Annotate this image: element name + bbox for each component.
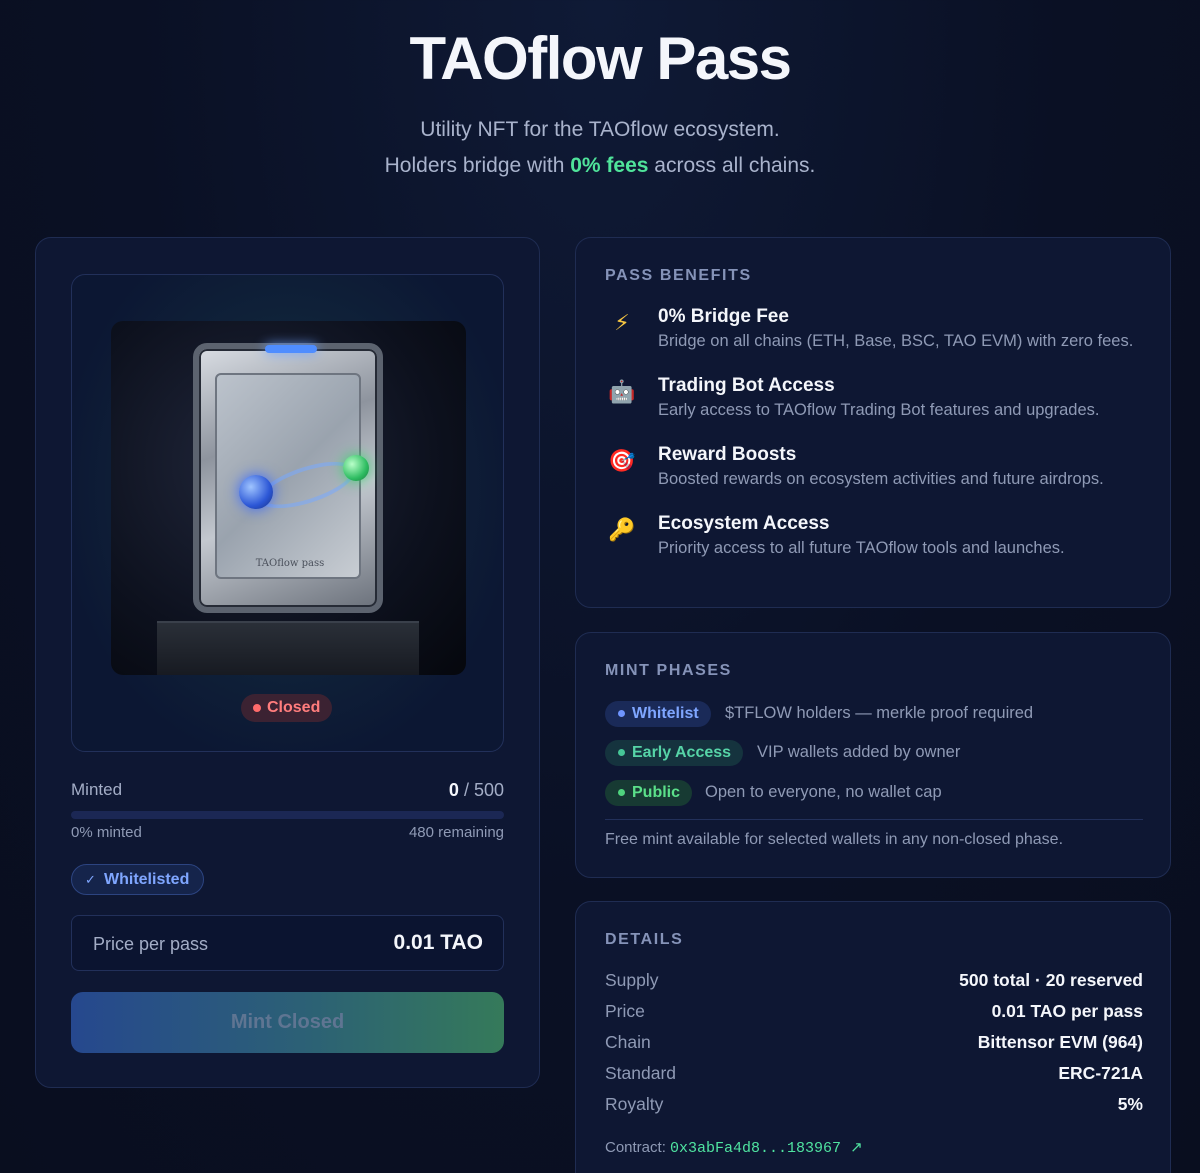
mint-progress-bar: [71, 811, 504, 819]
target-icon: 🎯: [608, 448, 636, 473]
minted-value: 0 / 500: [449, 780, 504, 801]
benefit-desc: Bridge on all chains (ETH, Base, BSC, TA…: [658, 332, 1134, 350]
phase-desc: Open to everyone, no wallet cap: [705, 783, 942, 801]
whitelisted-badge: ✓ Whitelisted: [71, 864, 205, 895]
mint-button[interactable]: Mint Closed: [71, 992, 504, 1053]
key-icon: 🔑: [608, 517, 636, 542]
detail-row-price: Price 0.01 TAO per pass: [605, 1001, 1143, 1023]
pedestal: [157, 621, 419, 675]
mint-card: TAOflow pass Closed Minted 0 / 500 0% mi…: [35, 237, 540, 1088]
whitelisted-text: Whitelisted: [104, 871, 190, 888]
phase-pill-public: Public: [605, 780, 693, 806]
fees-highlight: 0% fees: [570, 154, 649, 177]
benefit-title: Trading Bot Access: [658, 375, 835, 396]
benefit-title: Ecosystem Access: [658, 513, 830, 534]
phase-dot-icon: [618, 789, 625, 796]
check-icon: ✓: [85, 872, 96, 887]
subtitle-prefix: Holders bridge with: [384, 154, 571, 177]
subtitle-suffix: across all chains.: [648, 154, 816, 177]
benefits-title: PASS BENEFITS: [605, 267, 752, 284]
phase-desc: VIP wallets added by owner: [757, 743, 961, 761]
phase-label: Whitelist: [632, 705, 699, 722]
phase-label: Early Access: [632, 744, 732, 761]
mint-phases-card: MINT PHASES Whitelist $TFLOW holders — m…: [575, 632, 1171, 878]
remaining-count: 480 remaining: [408, 824, 504, 841]
blue-orb: [239, 475, 273, 509]
phases-title: MINT PHASES: [605, 662, 732, 679]
detail-value: ERC-721A: [1058, 1063, 1143, 1083]
nft-artwork: TAOflow pass: [111, 321, 466, 675]
percent-minted: 0% minted: [71, 824, 142, 841]
minted-count: 0: [448, 780, 459, 800]
benefit-desc: Priority access to all future TAOflow to…: [658, 539, 1065, 557]
green-orb: [343, 455, 369, 481]
free-mint-note: Free mint available for selected wallets…: [605, 831, 1064, 848]
price-label: Price per pass: [93, 934, 209, 954]
detail-key: Chain: [605, 1032, 651, 1052]
phases-divider: [605, 819, 1143, 820]
status-badge: Closed: [241, 694, 333, 722]
detail-row-supply: Supply 500 total · 20 reserved: [605, 970, 1143, 992]
robot-icon: 🤖: [608, 379, 636, 404]
phase-row-public: Public Open to everyone, no wallet cap: [605, 780, 1145, 806]
phase-row-whitelist: Whitelist $TFLOW holders — merkle proof …: [605, 701, 1145, 727]
minted-supply: 500: [473, 780, 504, 800]
benefit-title: Reward Boosts: [658, 444, 797, 465]
benefits-card: PASS BENEFITS ⚡ 0% Bridge Fee Bridge on …: [575, 237, 1171, 608]
pass-engraving: TAOflow pass: [255, 558, 325, 569]
contract-row: Contract: 0x3abFa4d8...183967 ↗: [605, 1138, 863, 1157]
subtitle-line-1: Utility NFT for the TAOflow ecosystem.: [420, 118, 780, 141]
external-link-icon: ↗: [850, 1140, 863, 1157]
benefit-title: 0% Bridge Fee: [658, 306, 789, 327]
detail-value: 0.01 TAO per pass: [991, 1001, 1143, 1021]
contract-label: Contract:: [605, 1139, 671, 1156]
phase-label: Public: [632, 784, 681, 801]
subtitle-line-2: Holders bridge with 0% fees across all c…: [0, 154, 1200, 178]
detail-key: Price: [605, 1001, 645, 1021]
detail-key: Standard: [605, 1063, 677, 1083]
contract-link[interactable]: 0x3abFa4d8...183967 ↗: [670, 1140, 863, 1157]
detail-value: 500 total · 20 reserved: [959, 970, 1143, 990]
detail-row-chain: Chain Bittensor EVM (964): [605, 1032, 1143, 1054]
phase-dot-icon: [618, 710, 625, 717]
phase-desc: $TFLOW holders — merkle proof required: [725, 704, 1034, 722]
benefit-desc: Early access to TAOflow Trading Bot feat…: [658, 401, 1100, 419]
nft-preview-frame: TAOflow pass Closed: [71, 274, 504, 752]
status-dot-icon: [253, 704, 261, 712]
price-value: 0.01 TAO: [393, 931, 483, 954]
contract-address: 0x3abFa4d8...183967: [670, 1140, 842, 1157]
detail-value: Bittensor EVM (964): [977, 1032, 1143, 1052]
page-title: TAOflow Pass: [409, 25, 792, 92]
detail-row-standard: Standard ERC-721A: [605, 1063, 1143, 1085]
lightning-icon: ⚡: [614, 310, 630, 335]
phase-dot-icon: [618, 749, 625, 756]
benefit-desc: Boosted rewards on ecosystem activities …: [658, 470, 1104, 488]
detail-key: Supply: [605, 970, 659, 990]
minted-label: Minted: [71, 780, 123, 799]
detail-row-royalty: Royalty 5%: [605, 1094, 1143, 1116]
phase-pill-whitelist: Whitelist: [605, 701, 711, 727]
detail-value: 5%: [1117, 1094, 1143, 1114]
minted-separator: /: [458, 780, 474, 800]
detail-key: Royalty: [605, 1094, 664, 1114]
pass-card-image: TAOflow pass: [193, 343, 383, 613]
price-box: Price per pass 0.01 TAO: [71, 915, 504, 971]
status-text: Closed: [267, 699, 321, 716]
pass-circuit-panel: TAOflow pass: [215, 373, 369, 579]
details-card: DETAILS Supply 500 total · 20 reserved P…: [575, 901, 1171, 1173]
phase-pill-early-access: Early Access: [605, 740, 744, 766]
phase-row-early-access: Early Access VIP wallets added by owner: [605, 740, 1145, 766]
pass-glow: [265, 345, 317, 353]
details-title: DETAILS: [605, 931, 684, 948]
